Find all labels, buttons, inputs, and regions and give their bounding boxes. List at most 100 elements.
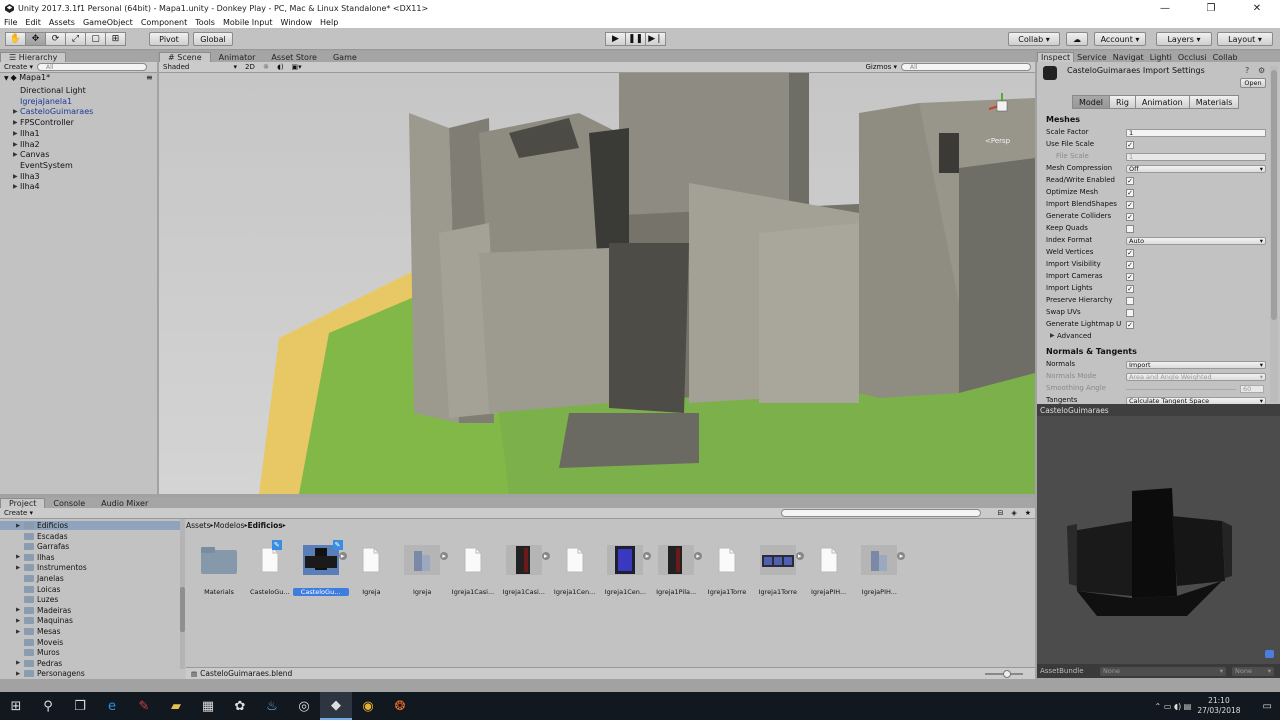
menu-window[interactable]: Window bbox=[280, 18, 312, 27]
menu-tools[interactable]: Tools bbox=[195, 18, 215, 27]
step-icon[interactable]: ▶❘ bbox=[645, 32, 666, 46]
expand-arrow-icon[interactable]: ▶ bbox=[13, 141, 18, 148]
clock[interactable]: 21:10 27/03/2018 bbox=[1197, 696, 1240, 716]
tab-project[interactable]: Project bbox=[0, 498, 46, 508]
tool-app-icon[interactable]: ✎ bbox=[128, 692, 160, 720]
expand-arrow-icon[interactable]: ▶ bbox=[13, 119, 18, 126]
filter-type-icon[interactable]: ⊟ bbox=[993, 509, 1007, 517]
hand-tool-icon[interactable]: ✋ bbox=[5, 32, 26, 46]
layout-button[interactable]: Layout ▾ bbox=[1217, 32, 1273, 46]
inspector-dropdown[interactable]: Auto ▾ bbox=[1126, 237, 1266, 245]
hierarchy-item[interactable]: Ilha1 bbox=[20, 129, 40, 138]
scene-root-item[interactable]: ▼ ◆ Mapa1* bbox=[4, 73, 50, 82]
inspector-checkbox[interactable]: ✓ bbox=[1126, 189, 1134, 197]
inspector-checkbox[interactable]: ✓ bbox=[1126, 261, 1134, 269]
folder-expand-arrow-icon[interactable]: ▶ bbox=[16, 629, 20, 635]
shading-mode-dropdown[interactable]: Shaded ▾ bbox=[159, 63, 241, 71]
hierarchy-item[interactable]: CasteloGuimaraes bbox=[20, 107, 93, 116]
windows-start-icon[interactable]: ⊞ bbox=[0, 692, 32, 720]
inspector-number-field[interactable]: 1 bbox=[1126, 129, 1266, 137]
folder-expand-arrow-icon[interactable]: ▶ bbox=[16, 671, 20, 677]
tab-animator[interactable]: Animator bbox=[211, 52, 264, 62]
expand-arrow-icon[interactable]: ▶ bbox=[13, 151, 18, 158]
breadcrumb-item[interactable]: Edificios bbox=[247, 521, 282, 530]
notifications-icon[interactable]: ▭ bbox=[1263, 701, 1272, 712]
assetbundle-variant-dropdown[interactable]: None ▾ bbox=[1232, 666, 1274, 676]
scene-gizmo-cube[interactable] bbox=[996, 100, 1008, 112]
layers-button[interactable]: Layers ▾ bbox=[1156, 32, 1212, 46]
folder-tree-scroll-thumb[interactable] bbox=[180, 587, 185, 632]
inspector-tab[interactable]: Navigat bbox=[1110, 52, 1147, 62]
folder-item[interactable]: ▶ Ilhas bbox=[16, 553, 55, 562]
gizmos-dropdown[interactable]: Gizmos ▾ bbox=[861, 63, 901, 71]
breadcrumb-item[interactable]: Assets bbox=[186, 521, 210, 530]
scene-search-input[interactable]: All bbox=[901, 63, 1031, 71]
task-view-icon[interactable]: ❐ bbox=[64, 692, 96, 720]
inspector-tab[interactable]: Lighti bbox=[1147, 52, 1175, 62]
2d-toggle[interactable]: 2D bbox=[241, 63, 259, 71]
inspector-checkbox[interactable]: ✓ bbox=[1126, 201, 1134, 209]
inspector-checkbox[interactable] bbox=[1126, 297, 1134, 305]
project-search-input[interactable] bbox=[781, 509, 982, 517]
inspector-tab[interactable]: Inspect bbox=[1037, 52, 1075, 62]
menu-component[interactable]: Component bbox=[141, 18, 187, 27]
menu-file[interactable]: File bbox=[4, 18, 17, 27]
help-icon[interactable]: ? bbox=[1245, 66, 1249, 75]
folder-item[interactable]: ▶ Madeiras bbox=[16, 606, 71, 615]
tab-game[interactable]: Game bbox=[325, 52, 365, 62]
unity-hub-icon[interactable]: ◎ bbox=[288, 692, 320, 720]
move-tool-icon[interactable]: ✥ bbox=[25, 32, 46, 46]
scene-audio-icon[interactable]: ◖) bbox=[273, 63, 287, 71]
hierarchy-item[interactable]: Canvas bbox=[20, 150, 49, 159]
close-icon[interactable]: ✕ bbox=[1234, 0, 1280, 16]
folder-item[interactable]: ▶ Pedras bbox=[16, 659, 62, 668]
expand-arrow-icon[interactable]: ▶ bbox=[13, 183, 18, 190]
scene-menu-icon[interactable]: ≡ bbox=[146, 73, 153, 82]
open-button[interactable]: Open bbox=[1240, 78, 1266, 88]
breadcrumb-item[interactable]: Modelos bbox=[213, 521, 244, 530]
pivot-button[interactable]: Pivot bbox=[149, 32, 189, 46]
system-tray-icons[interactable]: ⌃ ▭ ◖) ▤ bbox=[1155, 702, 1192, 711]
inspector-scrollbar[interactable] bbox=[1270, 66, 1278, 402]
chrome-browser-icon[interactable]: ◉ bbox=[352, 692, 384, 720]
filter-label-icon[interactable]: ◈ bbox=[1007, 509, 1020, 517]
hierarchy-item[interactable]: Ilha2 bbox=[20, 140, 40, 149]
folder-item[interactable]: Loicas bbox=[24, 585, 60, 594]
tab-scene[interactable]: # Scene bbox=[159, 52, 211, 62]
inspector-scroll-thumb[interactable] bbox=[1271, 70, 1277, 320]
import-tab[interactable]: Model bbox=[1072, 95, 1111, 109]
folder-expand-arrow-icon[interactable]: ▶ bbox=[16, 523, 20, 529]
inspector-number-field[interactable]: 1 bbox=[1126, 153, 1266, 161]
hierarchy-item[interactable]: Ilha3 bbox=[20, 172, 40, 181]
folder-expand-arrow-icon[interactable]: ▶ bbox=[16, 618, 20, 624]
inspector-tab[interactable]: Collab bbox=[1210, 52, 1241, 62]
global-button[interactable]: Global bbox=[193, 32, 233, 46]
preview-options-icon[interactable] bbox=[1265, 650, 1274, 658]
folder-item[interactable]: ▶ Personagens bbox=[16, 669, 85, 678]
steam-icon[interactable]: ♨ bbox=[256, 692, 288, 720]
inspector-checkbox[interactable] bbox=[1126, 309, 1134, 317]
menu-mobile-input[interactable]: Mobile Input bbox=[223, 18, 273, 27]
cloud-icon[interactable]: ☁ bbox=[1066, 32, 1088, 46]
inspector-dropdown[interactable]: Off ▾ bbox=[1126, 165, 1266, 173]
tab-audio-mixer[interactable]: Audio Mixer bbox=[93, 498, 156, 508]
menu-assets[interactable]: Assets bbox=[49, 18, 75, 27]
scale-tool-icon[interactable]: ⤢ bbox=[65, 32, 86, 46]
collab-button[interactable]: Collab ▾ bbox=[1008, 32, 1060, 46]
import-tab[interactable]: Rig bbox=[1109, 95, 1136, 109]
gimp-icon[interactable]: ✿ bbox=[224, 692, 256, 720]
folder-item[interactable]: ▶ Instrumentos bbox=[16, 563, 87, 572]
account-button[interactable]: Account ▾ bbox=[1094, 32, 1146, 46]
transform-tool-icon[interactable]: ⊞ bbox=[105, 32, 126, 46]
inspector-checkbox[interactable] bbox=[1126, 225, 1134, 233]
expand-arrow-icon[interactable]: ▶ bbox=[13, 108, 18, 115]
edge-browser-icon[interactable]: e bbox=[96, 692, 128, 720]
menu-edit[interactable]: Edit bbox=[25, 18, 41, 27]
inspector-checkbox[interactable]: ✓ bbox=[1126, 213, 1134, 221]
project-create-dropdown[interactable]: Create ▾ bbox=[0, 509, 37, 517]
persp-label[interactable]: <Persp bbox=[985, 137, 1011, 145]
folder-item[interactable]: Muros bbox=[24, 648, 60, 657]
inspector-checkbox[interactable]: ✓ bbox=[1126, 177, 1134, 185]
folder-item[interactable]: ▶ Edificios bbox=[0, 521, 180, 530]
folder-item[interactable]: ▶ Mesas bbox=[16, 627, 61, 636]
